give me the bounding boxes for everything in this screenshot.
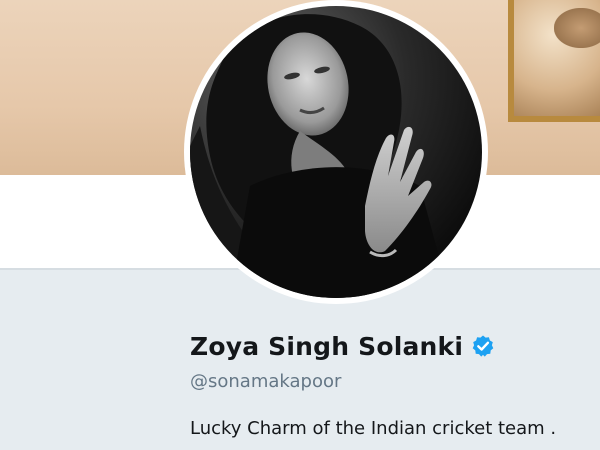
profile-display-name[interactable]: Zoya Singh Solanki — [190, 332, 463, 361]
profile-avatar[interactable] — [184, 0, 488, 304]
profile-bio: Lucky Charm of the Indian cricket team . — [190, 418, 557, 439]
profile-handle[interactable]: @sonamakapoor — [190, 371, 341, 392]
profile-page: Zoya Singh Solanki @sonamakapoor Lucky C… — [0, 0, 600, 450]
avatar-photo — [190, 6, 482, 298]
profile-name-row: Zoya Singh Solanki — [190, 328, 495, 364]
verified-badge-icon[interactable] — [471, 334, 495, 358]
banner-picture-frame — [508, 0, 600, 122]
